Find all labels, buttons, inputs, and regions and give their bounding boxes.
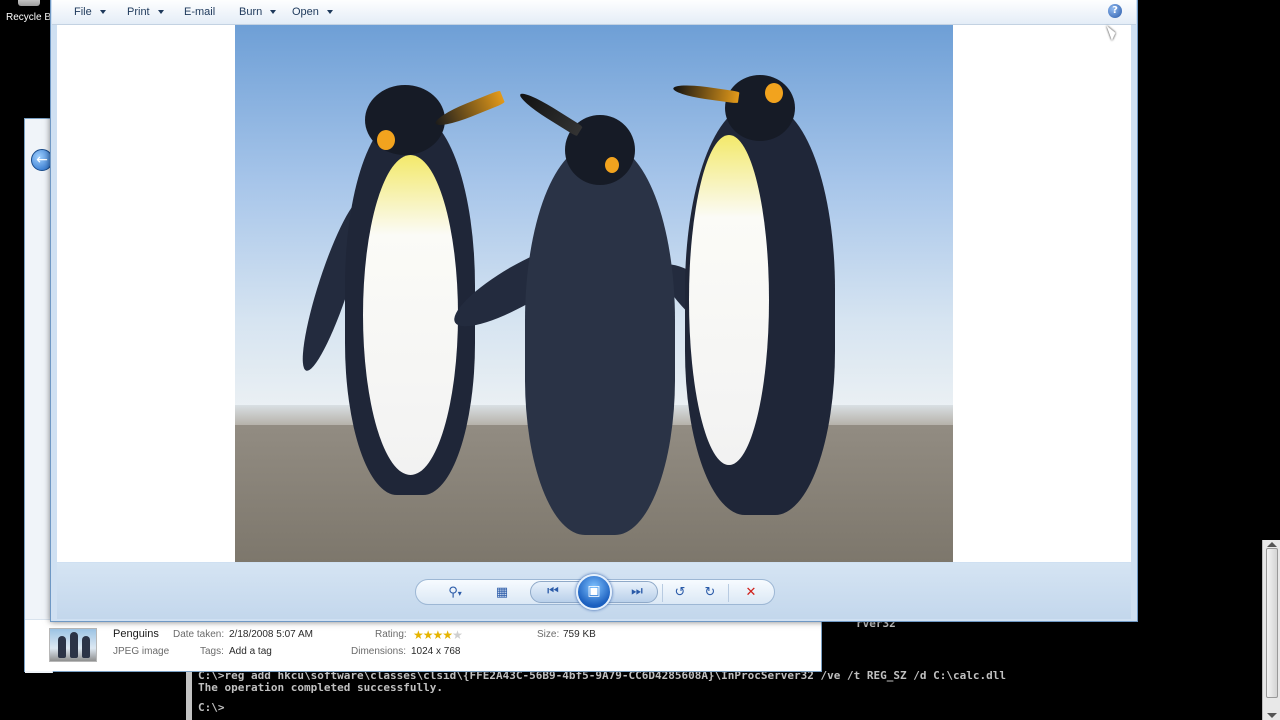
menu-print-label: Print	[127, 6, 150, 18]
tags-label: Tags:	[200, 646, 224, 657]
zoom-button[interactable]: ⚲▾	[438, 584, 472, 602]
recycle-bin-label: Recycle B	[6, 12, 52, 23]
rotate-counterclockwise-button[interactable]: ↺	[668, 584, 692, 602]
star-icon[interactable]: ★	[433, 628, 444, 642]
image-stage	[57, 25, 1131, 562]
delete-icon: ✕	[745, 585, 757, 600]
thumbnail-penguin-shape	[82, 636, 90, 658]
dropdown-caret-icon	[99, 10, 106, 15]
star-icon[interactable]: ★	[413, 628, 424, 642]
penguin-belly	[689, 135, 769, 465]
penguin-beak	[432, 90, 506, 130]
photo-viewer-window[interactable]: File Print E-mail Burn Open ? ⚲▾ ▦ ⏮ ⏭ ▣…	[50, 0, 1138, 622]
star-icon[interactable]: ★	[423, 628, 434, 642]
control-divider	[662, 584, 663, 602]
dropdown-caret-icon: ▾	[457, 589, 462, 598]
next-icon: ⏭	[631, 584, 643, 599]
menu-open[interactable]: Open	[292, 6, 333, 18]
menu-bar: File Print E-mail Burn Open ?	[52, 0, 1136, 25]
tags-value[interactable]: Add a tag	[229, 646, 272, 657]
penguin-belly	[363, 155, 458, 475]
console-line-2: The operation completed successfully.	[198, 681, 444, 694]
rotate-clockwise-icon: ↻	[704, 585, 716, 600]
size-label: Size:	[537, 629, 560, 640]
menu-open-label: Open	[292, 6, 319, 18]
penguin-beak	[672, 82, 740, 104]
controls-pill: ⚲▾ ▦ ⏮ ⏭ ▣ ↺ ↻ ✕	[415, 574, 775, 610]
size-value: 759 KB	[563, 629, 596, 640]
thumbnail-penguin-shape	[58, 636, 66, 658]
penguin-ear-patch	[377, 130, 395, 150]
dimensions-value: 1024 x 768	[411, 646, 461, 657]
console-scrollbar[interactable]	[1262, 540, 1280, 720]
menu-file-label: File	[74, 6, 92, 18]
magnifier-icon: ⚲	[448, 585, 458, 600]
rotate-clockwise-button[interactable]: ↻	[698, 584, 722, 602]
actual-size-icon: ▦	[495, 585, 509, 600]
rating-stars[interactable]: ★★★★★	[413, 628, 463, 642]
control-divider	[728, 584, 729, 602]
delete-button[interactable]: ✕	[739, 584, 763, 602]
details-pane: Penguins JPEG image Date taken: 2/18/200…	[25, 619, 821, 671]
penguin-beak	[517, 89, 583, 137]
dropdown-caret-icon	[157, 10, 164, 15]
slideshow-button[interactable]: ▣	[576, 574, 612, 610]
menu-email-label: E-mail	[184, 6, 216, 18]
penguins-photo	[235, 25, 953, 562]
star-icon[interactable]: ★	[442, 628, 453, 642]
star-empty-icon[interactable]: ★	[452, 628, 463, 642]
file-name: Penguins	[113, 628, 159, 640]
recycle-bin-icon	[18, 0, 40, 6]
console-prompt: C:\>	[198, 701, 225, 714]
file-type: JPEG image	[113, 646, 170, 657]
menu-file[interactable]: File	[74, 6, 106, 18]
menu-print[interactable]: Print	[127, 6, 164, 18]
actual-size-button[interactable]: ▦	[490, 584, 514, 602]
menu-burn-label: Burn	[239, 6, 263, 18]
help-icon[interactable]: ?	[1108, 4, 1122, 18]
penguin-body	[525, 145, 675, 535]
viewer-controls-bar: ⚲▾ ▦ ⏮ ⏭ ▣ ↺ ↻ ✕	[57, 563, 1131, 619]
file-thumbnail[interactable]	[49, 628, 97, 662]
menu-burn[interactable]: Burn	[239, 6, 277, 18]
rotate-counterclockwise-icon: ↺	[674, 585, 686, 600]
previous-button[interactable]: ⏮	[541, 583, 565, 601]
next-button[interactable]: ⏭	[625, 583, 649, 601]
dropdown-caret-icon	[270, 10, 277, 15]
recycle-bin[interactable]: Recycle B	[0, 0, 52, 30]
dropdown-caret-icon	[326, 10, 333, 15]
navigation-pane	[25, 119, 53, 673]
penguin-head	[725, 75, 795, 141]
scroll-down-icon[interactable]	[1267, 713, 1277, 718]
console-scroll-thumb[interactable]	[1266, 548, 1278, 698]
penguin-ear-patch	[765, 83, 783, 103]
date-taken-label: Date taken:	[173, 629, 225, 640]
dimensions-label: Dimensions:	[351, 646, 407, 657]
date-taken-value[interactable]: 2/18/2008 5:07 AM	[229, 629, 313, 640]
previous-icon: ⏮	[547, 584, 559, 599]
menu-email[interactable]: E-mail	[184, 6, 215, 18]
slideshow-icon: ▣	[587, 583, 601, 599]
thumbnail-penguin-shape	[70, 632, 78, 658]
rating-label: Rating:	[375, 629, 407, 640]
scroll-up-icon[interactable]	[1267, 542, 1277, 547]
penguin-ear-patch	[605, 157, 619, 173]
